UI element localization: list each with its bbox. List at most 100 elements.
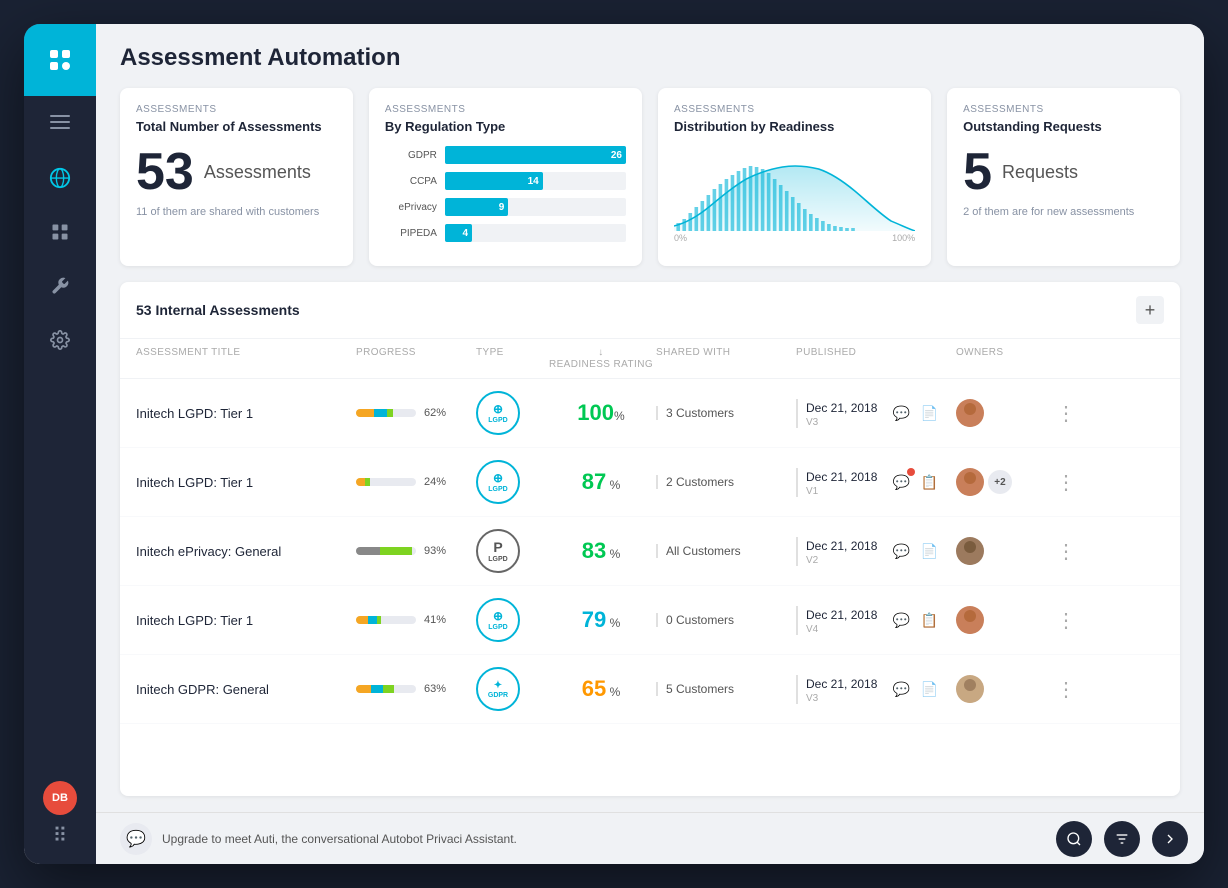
published-cell: Dec 21, 2018 V1 💬 📋 [796,468,956,497]
sidebar-item-globe[interactable] [24,152,96,204]
user-avatar[interactable]: DB [43,781,77,815]
stat-card-total: Assessments Total Number of Assessments … [120,88,353,266]
type-cell: P LGPD [476,529,546,573]
sidebar-item-wrench[interactable] [24,260,96,312]
table-row: Initech LGPD: Tier 1 62% ⊕ LGPD [120,379,1180,448]
more-actions[interactable]: ⋮ [1036,608,1096,633]
table-row: Initech LGPD: Tier 1 41% ⊕ LGPD [120,586,1180,655]
sidebar-bottom: DB ⠿ [43,781,77,864]
more-actions[interactable]: ⋮ [1036,470,1096,495]
shared-cell: 0 Customers [656,613,796,627]
progress-cell: 63% [356,683,476,695]
table-section-title: 53 Internal Assessments [136,302,300,318]
chat-icon: 💬 [889,608,913,632]
more-actions[interactable]: ⋮ [1036,539,1096,564]
stat-title-regulation: By Regulation Type [385,119,626,134]
stat-label-regulation: Assessments [385,104,626,115]
stat-label-distribution: Assessments [674,104,915,115]
owner-avatar [956,537,984,565]
stat-label-outstanding: Assessments [963,104,1164,115]
col-type: Type [476,347,546,370]
owner-more: +2 [988,470,1012,494]
bar-eprivacy: ePrivacy 9 [385,198,626,216]
stat-number-total: 53 [136,146,194,198]
bar-pipeda: PIPEDA 4 [385,224,626,242]
col-shared: Shared With [656,347,796,370]
page-header: Assessment Automation [96,24,1204,88]
readiness-cell: 83 % [546,538,656,564]
owner-avatar [956,468,984,496]
stat-number-outstanding: 5 [963,146,992,198]
owner-avatar [956,399,984,427]
published-cell: Dec 21, 2018 V4 💬 📋 [796,606,956,635]
col-title: Assessment Title [136,347,356,370]
readiness-cell: 87 % [546,469,656,495]
col-progress: Progress [356,347,476,370]
doc-icon: 📄 [917,677,941,701]
doc-icon: 📋 [917,470,941,494]
published-cell: Dec 21, 2018 V3 💬 📄 [796,675,956,704]
doc-icon: 📋 [917,608,941,632]
col-actions [1036,347,1096,370]
row-title: Initech LGPD: Tier 1 [136,613,356,628]
stat-card-outstanding: Assessments Outstanding Requests 5 Reque… [947,88,1180,266]
page-title: Assessment Automation [120,44,1180,72]
filter-button[interactable] [1104,821,1140,857]
row-title: Initech LGPD: Tier 1 [136,475,356,490]
stat-sub-total: 11 of them are shared with customers [136,206,337,218]
type-cell: ⊕ LGPD [476,391,546,435]
auti-icon: 💬 [120,823,152,855]
col-owners: Owners [956,347,1036,370]
stat-unit-total: Assessments [204,162,311,183]
add-assessment-button[interactable]: + [1136,296,1164,324]
stat-title-outstanding: Outstanding Requests [963,119,1164,134]
assessments-table: 53 Internal Assessments + Assessment Tit… [120,282,1180,796]
table-row: Initech ePrivacy: General 93% P LGPD [120,517,1180,586]
chat-bubble[interactable]: 💬 Upgrade to meet Auti, the conversation… [120,823,517,855]
progress-cell: 41% [356,614,476,626]
shared-cell: 5 Customers [656,682,796,696]
sidebar-item-settings[interactable] [24,314,96,366]
type-cell: ⊕ LGPD [476,598,546,642]
owners-cell [956,537,1036,565]
sidebar: DB ⠿ [24,24,96,864]
distribution-chart [674,146,915,231]
row-title: Initech LGPD: Tier 1 [136,406,356,421]
table-row: Initech GDPR: General 63% ✦ GDPR [120,655,1180,724]
bar-ccpa: CCPA 14 [385,172,626,190]
dots-menu-icon[interactable]: ⠿ [53,823,68,848]
shared-cell: 2 Customers [656,475,796,489]
col-readiness: ↓ Readiness Rating [546,347,656,370]
stats-row: Assessments Total Number of Assessments … [96,88,1204,266]
bottom-bar: 💬 Upgrade to meet Auti, the conversation… [96,812,1204,864]
type-cell: ⊕ LGPD [476,460,546,504]
chat-icon: 💬 [889,539,913,563]
chat-icon: 💬 [889,401,913,425]
row-title: Initech GDPR: General [136,682,356,697]
navigate-button[interactable] [1152,821,1188,857]
owner-avatar [956,675,984,703]
stat-unit-outstanding: Requests [1002,162,1078,183]
stat-card-distribution: Assessments Distribution by Readiness [658,88,931,266]
auti-message: Upgrade to meet Auti, the conversational… [162,832,517,846]
regulation-bars: GDPR 26 CCPA 14 [385,146,626,242]
shared-cell: All Customers [656,544,796,558]
readiness-cell: 65 % [546,676,656,702]
progress-cell: 62% [356,407,476,419]
more-actions[interactable]: ⋮ [1036,677,1096,702]
published-cell: Dec 21, 2018 V3 💬 📄 [796,399,956,428]
menu-icon[interactable] [24,100,96,144]
more-actions[interactable]: ⋮ [1036,401,1096,426]
sidebar-item-grid[interactable] [24,206,96,258]
owners-cell [956,675,1036,703]
table-row: Initech LGPD: Tier 1 24% ⊕ LGPD [120,448,1180,517]
shared-cell: 3 Customers [656,406,796,420]
stat-sub-outstanding: 2 of them are for new assessments [963,206,1164,218]
owner-avatar [956,606,984,634]
search-button[interactable] [1056,821,1092,857]
published-cell: Dec 21, 2018 V2 💬 📄 [796,537,956,566]
readiness-cell: 79 % [546,607,656,633]
table-header: 53 Internal Assessments + [120,282,1180,339]
sidebar-logo[interactable] [24,24,96,96]
main-content: Assessment Automation Assessments Total … [96,24,1204,864]
